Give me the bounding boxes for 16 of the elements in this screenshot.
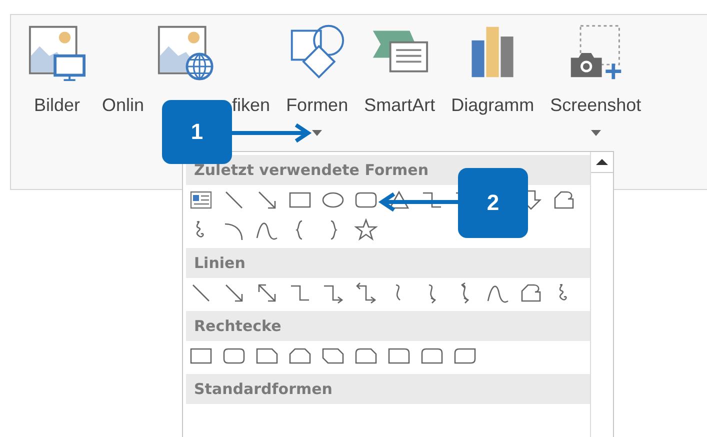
section-heading: Linien [186,248,590,278]
shapes-icon [288,23,346,81]
section-heading: Standardformen [186,374,590,404]
elbow-double-shape-icon[interactable] [354,281,378,305]
screenshot-button[interactable]: Screenshot [547,23,644,151]
picture-icon [28,23,86,81]
scrollbar[interactable] [590,152,613,437]
pictures-button[interactable]: Bilder [25,23,89,151]
step-number-tooltip: 2 [458,168,528,238]
smartart-button[interactable]: SmartArt [361,23,438,151]
step-number-tooltip: 1 [162,100,232,164]
chart-button[interactable]: Diagramm [448,23,538,151]
section-heading: Rechtecke [186,311,590,341]
picture-globe-icon [157,23,216,81]
shapes-button[interactable]: Formen [283,23,352,151]
star-shape-icon[interactable] [354,218,378,242]
